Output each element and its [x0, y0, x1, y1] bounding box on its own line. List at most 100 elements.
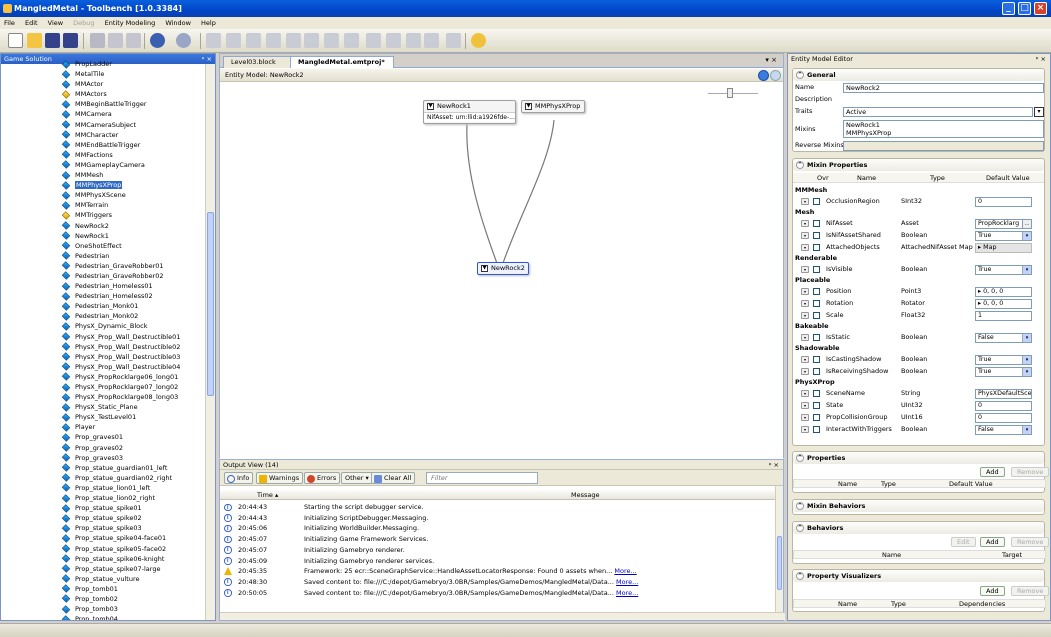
solution-item[interactable]: PhysX_Prop_Wall_Destructible02 [1, 342, 205, 352]
override-checkbox[interactable] [813, 244, 820, 251]
diagram-canvas[interactable]: ▼ NewRock1 NifAsset: urn:llid:a1926fde-..… [220, 83, 783, 459]
dropdown-icon[interactable]: ▾ [1022, 232, 1031, 240]
filter-input[interactable]: Filter [426, 472, 538, 484]
default-value-field[interactable]: PropRocklarg... [975, 219, 1032, 229]
browse-button[interactable]: ... [1022, 220, 1031, 228]
collapse-icon[interactable]: ^ [796, 524, 804, 532]
solution-item[interactable]: MMTerrain [1, 200, 205, 210]
solution-item[interactable]: PhysX_Static_Plane [1, 402, 205, 412]
align-bottom-icon[interactable] [304, 33, 319, 48]
solution-item[interactable]: Prop_statue_spike07-large [1, 564, 205, 574]
solution-item[interactable]: Prop_statue_spike06-knight [1, 554, 205, 564]
override-dropdown-icon[interactable]: ▾ [801, 368, 809, 375]
solution-item[interactable]: MMEndBattleTrigger [1, 140, 205, 150]
solution-item[interactable]: PropLadder [1, 59, 205, 69]
solution-item[interactable]: Pedestrian_Monk01 [1, 301, 205, 311]
traits-dropdown-icon[interactable]: ▾ [1034, 107, 1044, 117]
solution-item[interactable]: Prop_statue_lion01_left [1, 483, 205, 493]
solution-item[interactable]: MMFactions [1, 150, 205, 160]
output-row[interactable]: i 20:44:43 Starting the script debugger se… [220, 502, 778, 513]
solution-item[interactable]: MetalTile [1, 69, 205, 79]
default-value-field[interactable]: ▸ Map [975, 243, 1032, 253]
menu-entity-modeling[interactable]: Entity Modeling [101, 19, 160, 27]
time-column-header[interactable]: Time ▴ [257, 490, 278, 500]
override-dropdown-icon[interactable]: ▾ [801, 300, 809, 307]
default-value-field[interactable]: ▸ 0, 0, 0 [975, 287, 1032, 297]
clear-all-button[interactable]: Clear All [371, 472, 416, 484]
more-link[interactable]: More... [614, 567, 636, 575]
collapse-icon[interactable]: ^ [796, 454, 804, 462]
default-value-field[interactable]: True ▾ [975, 231, 1032, 241]
close-button[interactable]: × [1034, 2, 1047, 15]
solution-item[interactable]: MMCameraSubject [1, 120, 205, 130]
solution-item[interactable]: MMActor [1, 79, 205, 89]
behaviors-add-button[interactable]: Add [980, 537, 1005, 547]
solution-item[interactable]: PhysX_TestLevel01 [1, 412, 205, 422]
override-checkbox[interactable] [813, 426, 820, 433]
solution-item[interactable]: Prop_statue_guardian01_left [1, 463, 205, 473]
minimize-button[interactable]: _ [1002, 2, 1015, 15]
tab-level03[interactable]: Level03.block [223, 56, 291, 68]
solution-item[interactable]: Prop_statue_spike01 [1, 503, 205, 513]
collapse-icon[interactable]: ^ [796, 572, 804, 580]
collapse-icon[interactable]: ^ [796, 161, 804, 169]
output-row[interactable]: i 20:50:05 Saved content to: file:///C:/de… [220, 588, 778, 599]
menu-window[interactable]: Window [161, 19, 195, 27]
dropdown-icon[interactable]: ▾ [1022, 368, 1031, 376]
behaviors-remove-button[interactable]: Remove [1011, 537, 1050, 547]
warnings-filter-button[interactable]: Warnings [256, 472, 304, 484]
node-newrock2[interactable]: ▼ NewRock2 [477, 262, 529, 275]
solution-item[interactable]: Prop_tomb03 [1, 604, 205, 614]
output-row[interactable]: i 20:45:07 Initializing Game Framework Ser… [220, 534, 778, 545]
menu-debug[interactable]: Debug [69, 19, 98, 27]
solution-item[interactable]: Prop_tomb01 [1, 584, 205, 594]
solution-item[interactable]: PhysX_PropRocklarge06_long01 [1, 372, 205, 382]
solution-item[interactable]: Prop_statue_guardian02_right [1, 473, 205, 483]
collapse-icon[interactable]: ^ [796, 502, 804, 510]
properties-remove-button[interactable]: Remove [1011, 467, 1050, 477]
layout-icon-4[interactable] [424, 33, 439, 48]
menu-view[interactable]: View [44, 19, 67, 27]
solution-item[interactable]: PhysX_PropRocklarge08_long03 [1, 392, 205, 402]
override-checkbox[interactable] [813, 356, 820, 363]
solution-item[interactable]: Prop_statue_spike02 [1, 513, 205, 523]
solution-item[interactable]: MMCamera [1, 109, 205, 119]
solution-item[interactable]: NewRock1 [1, 231, 205, 241]
layout-icon-2[interactable] [386, 33, 401, 48]
back-icon[interactable] [758, 70, 769, 81]
menu-help[interactable]: Help [197, 19, 220, 27]
solution-item[interactable]: Prop_graves02 [1, 443, 205, 453]
solution-item[interactable]: MMActors [1, 89, 205, 99]
open-folder-icon[interactable] [27, 33, 42, 48]
mixins-list[interactable]: NewRock1 MMPhysXProp [843, 120, 1044, 138]
output-row[interactable]: 20:45:35 Framework: 25 ecr::SceneGraphSer… [220, 566, 778, 577]
visualizers-add-button[interactable]: Add [980, 586, 1005, 596]
override-dropdown-icon[interactable]: ▾ [801, 198, 809, 205]
default-value-field[interactable]: ▸ 0, 0, 0 [975, 299, 1032, 309]
output-pin-close-icon[interactable]: ᵖ × [769, 460, 779, 470]
default-value-field[interactable]: True ▾ [975, 367, 1032, 377]
override-checkbox[interactable] [813, 288, 820, 295]
solution-item[interactable]: Pedestrian [1, 251, 205, 261]
override-checkbox[interactable] [813, 300, 820, 307]
name-input[interactable]: NewRock2 [843, 83, 1044, 93]
align-center-icon[interactable] [226, 33, 241, 48]
solution-item[interactable]: Pedestrian_GraveRobber01 [1, 261, 205, 271]
copy-icon[interactable] [108, 33, 123, 48]
menu-file[interactable]: File [0, 19, 19, 27]
default-value-field[interactable]: True ▾ [975, 355, 1032, 365]
zoom-icon[interactable] [446, 33, 461, 48]
align-top-icon[interactable] [266, 33, 281, 48]
output-hscrollbar[interactable] [220, 612, 785, 620]
override-checkbox[interactable] [813, 414, 820, 421]
solution-item[interactable]: Prop_tomb04 [1, 614, 205, 620]
more-link[interactable]: More... [616, 578, 638, 586]
save-icon[interactable] [45, 33, 60, 48]
solution-item[interactable]: Prop_statue_vulture [1, 574, 205, 584]
settings-icon[interactable] [471, 33, 486, 48]
other-filter-button[interactable]: Other ▾ [341, 472, 373, 484]
layout-icon-3[interactable] [406, 33, 421, 48]
node-mmphysxprop[interactable]: ▼ MMPhysXProp [521, 100, 585, 113]
layout-icon-1[interactable] [366, 33, 381, 48]
maximize-button[interactable]: □ [1018, 2, 1031, 15]
